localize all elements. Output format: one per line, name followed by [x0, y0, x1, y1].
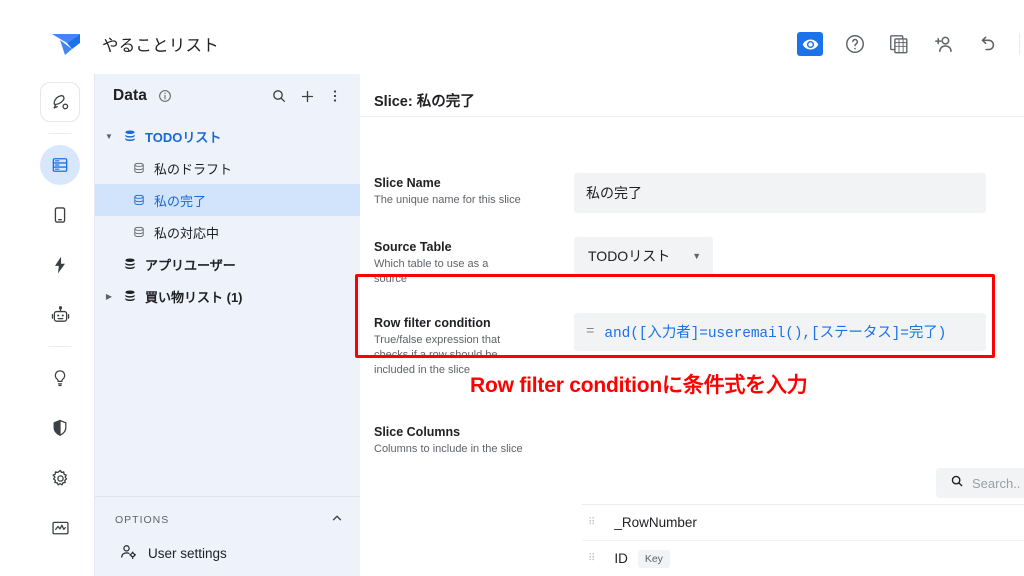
slice-name-value: 私の完了: [586, 185, 642, 201]
tree-item-todo-list[interactable]: ▼ TODOリスト: [95, 120, 360, 152]
field-slice-columns: Slice Columns Columns to include in the …: [360, 422, 1024, 457]
data-panel-header: Data: [95, 74, 360, 118]
sidebar-item-ideas[interactable]: [40, 358, 80, 398]
editor-body: Data ▼ TODOリスト 私のドラフト 私の完了 私の対応中 アプリユーザー…: [26, 74, 1024, 576]
columns-search-input[interactable]: Search..: [936, 468, 1024, 498]
data-panel-title: Data: [113, 87, 147, 104]
options-item-user-settings[interactable]: User settings: [95, 532, 360, 576]
field-label-block: Slice Name The unique name for this slic…: [374, 173, 574, 213]
tree-item-label: 私のドラフト: [154, 161, 233, 177]
slice-name-input[interactable]: 私の完了: [574, 173, 986, 213]
screenshot-root: やることリスト Data ▼ TODOリスト 私のドラフト 私の完了 私の対応中…: [0, 0, 1024, 576]
field-label-block: Row filter condition True/false expressi…: [374, 313, 574, 378]
table-icon: [122, 257, 138, 271]
table-icon: [122, 289, 138, 303]
sidebar-item-security[interactable]: [40, 408, 80, 448]
table-row[interactable]: ⠿ _RowNumber: [582, 504, 1024, 540]
sidebar-item-intelligence[interactable]: [40, 295, 80, 335]
column-name: _RowNumber: [614, 515, 697, 530]
tree-item-my-inprogress[interactable]: 私の対応中: [95, 216, 360, 248]
field-description: Which table to use as a source: [374, 258, 489, 286]
appsheet-editor-window: やることリスト Data ▼ TODOリスト 私のドラフト 私の完了 私の対応中…: [26, 14, 1024, 576]
caret-expanded-icon[interactable]: ▼: [103, 132, 115, 141]
options-header-label: OPTIONS: [115, 513, 170, 526]
data-tree: ▼ TODOリスト 私のドラフト 私の完了 私の対応中 アプリユーザー ▶ 買い…: [95, 118, 360, 312]
tree-item-label: 私の完了: [154, 193, 207, 209]
options-section: OPTIONS User settings: [95, 496, 360, 576]
undo-icon[interactable]: [975, 32, 999, 56]
sidebar-item-automation[interactable]: [40, 245, 80, 285]
sidebar-item-data[interactable]: [40, 145, 80, 185]
slice-columns-list: ⠿ _RowNumber ⠿ ID Key ⠿ やること ⠿ 期限: [582, 504, 1024, 576]
tree-item-label: TODOリスト: [145, 129, 222, 145]
sidebar-item-settings[interactable]: [40, 458, 80, 498]
drag-handle-icon[interactable]: ⠿: [588, 554, 596, 564]
field-row-filter-condition: Row filter condition True/false expressi…: [360, 312, 1024, 378]
drag-handle-icon[interactable]: ⠿: [588, 518, 596, 528]
status-badge: Key: [637, 549, 670, 568]
row-filter-formula-input[interactable]: = and([入力者]=useremail(),[ステータス]=完了): [574, 312, 986, 351]
table-icon: [122, 129, 138, 143]
annotation-text: Row filter conditionに条件式を入力: [470, 374, 808, 397]
toolbar-divider: [1019, 33, 1020, 55]
search-icon: [950, 474, 964, 493]
field-label: Slice Columns: [374, 424, 461, 439]
search-placeholder: Search..: [972, 475, 1021, 491]
field-label: Row filter condition: [374, 315, 491, 330]
info-icon[interactable]: [158, 89, 172, 103]
tree-item-app-users[interactable]: アプリユーザー: [95, 248, 360, 280]
add-user-icon[interactable]: [931, 32, 955, 56]
left-rail: [26, 74, 94, 576]
title-divider: [360, 116, 1024, 117]
sidebar-item-monitor[interactable]: [40, 508, 80, 548]
page-title: Slice: 私の完了: [374, 94, 475, 110]
app-title: やることリスト: [102, 37, 219, 55]
sidebar-item-app[interactable]: [40, 195, 80, 235]
caret-collapsed-icon[interactable]: ▶: [103, 292, 115, 301]
options-header[interactable]: OPTIONS: [95, 507, 360, 532]
slice-icon: [131, 161, 147, 175]
sidebar-item-deploy[interactable]: [40, 82, 80, 122]
field-label-block: Source Table Which table to use as a sou…: [374, 237, 574, 287]
preview-eye-icon[interactable]: [797, 32, 823, 56]
top-bar: やることリスト: [26, 14, 1024, 74]
tree-item-my-draft[interactable]: 私のドラフト: [95, 152, 360, 184]
row-filter-formula-value: and([入力者]=useremail(),[ステータス]=完了): [604, 326, 947, 343]
source-table-value: TODOリスト: [588, 248, 671, 264]
field-description: The unique name for this slice: [374, 194, 521, 207]
slice-icon: [131, 193, 147, 207]
slice-editor-panel: Slice: 私の完了 Slice Name The unique name f…: [360, 74, 1024, 576]
plus-icon[interactable]: [296, 85, 318, 107]
field-label: Source Table: [374, 240, 452, 254]
appsheet-logo: [50, 31, 84, 57]
tree-item-label: アプリユーザー: [145, 257, 236, 273]
tree-item-label: 買い物リスト (1): [145, 289, 243, 305]
options-item-label: User settings: [148, 545, 227, 561]
field-source-table: Source Table Which table to use as a sou…: [360, 237, 1024, 287]
tree-item-label: 私の対応中: [154, 225, 220, 241]
tree-item-shopping-list[interactable]: ▶ 買い物リスト (1): [95, 280, 360, 312]
source-table-select[interactable]: TODOリスト ▼: [574, 237, 714, 275]
table-row[interactable]: ⠿ ID Key: [582, 540, 1024, 576]
field-description: Columns to include in the slice: [374, 442, 523, 455]
data-panel: Data ▼ TODOリスト 私のドラフト 私の完了 私の対応中 アプリユーザー…: [94, 74, 360, 576]
help-icon[interactable]: [843, 32, 867, 56]
user-settings-icon: [119, 542, 138, 564]
slice-icon: [131, 225, 147, 239]
equals-prefix: =: [586, 323, 595, 340]
rail-divider: [49, 133, 71, 134]
table-copy-icon[interactable]: [887, 32, 911, 56]
chevron-down-icon[interactable]: ▼: [692, 251, 701, 261]
rail-divider-2: [49, 346, 71, 347]
search-icon[interactable]: [268, 85, 290, 107]
field-label-block: Slice Columns Columns to include in the …: [374, 422, 574, 457]
kebab-menu-icon[interactable]: [324, 85, 346, 107]
chevron-up-icon[interactable]: [330, 511, 344, 528]
top-bar-actions: [797, 14, 1024, 74]
column-name: ID: [614, 551, 628, 566]
tree-item-my-done[interactable]: 私の完了: [95, 184, 360, 216]
field-label: Slice Name: [374, 176, 441, 190]
brand-area[interactable]: やることリスト: [26, 31, 219, 57]
field-slice-name: Slice Name The unique name for this slic…: [360, 173, 1024, 213]
